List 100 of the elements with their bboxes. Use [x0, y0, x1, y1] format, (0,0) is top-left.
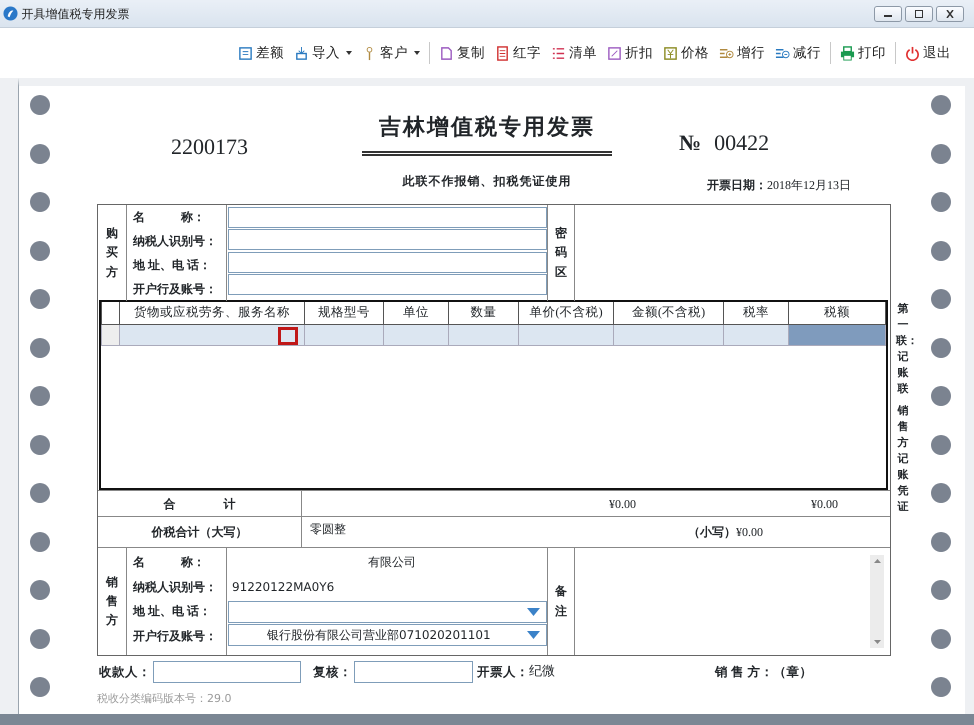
punch-hole	[931, 192, 951, 212]
punch-hole	[30, 628, 50, 648]
punch-hole	[30, 386, 50, 406]
punch-hole	[30, 580, 50, 600]
window-title: 开具增值税专用发票	[22, 6, 130, 22]
punch-hole	[30, 532, 50, 552]
toolbar-button[interactable]: 客户	[357, 40, 425, 66]
scrollbar[interactable]	[870, 555, 884, 648]
percent-icon	[607, 46, 622, 60]
toolbar-button[interactable]: 退出	[900, 40, 956, 66]
table-cell[interactable]	[448, 324, 518, 346]
copy-icon	[439, 46, 454, 60]
toolbar-button[interactable]: 减行	[770, 40, 826, 66]
maximize-button[interactable]	[905, 6, 933, 22]
column-header: 单位	[384, 302, 448, 324]
caret-icon	[414, 51, 420, 55]
printer-icon	[840, 46, 855, 60]
column-header: 单价(不含税)	[518, 302, 614, 324]
invoice-date: 2018年12月13日	[767, 177, 851, 194]
input-field[interactable]	[228, 229, 547, 250]
toolbar-button[interactable]: 差额	[233, 40, 289, 66]
input-field[interactable]	[153, 661, 301, 683]
input-field[interactable]	[228, 252, 547, 272]
table-cell[interactable]	[788, 324, 886, 346]
table-cell[interactable]	[518, 324, 614, 346]
toolbar-button[interactable]: 折扣	[602, 40, 658, 66]
lower-label: （小写）	[688, 524, 736, 541]
combo-field[interactable]: 银行股份有限公司营业部071020201101	[228, 624, 547, 646]
toolbar-button[interactable]: 复制	[434, 40, 490, 66]
punch-hole	[931, 628, 951, 648]
invoice-number: 00422	[714, 129, 770, 157]
table-cell[interactable]	[120, 324, 304, 346]
cell-button[interactable]	[278, 326, 298, 345]
amount-total: ¥0.00	[609, 496, 636, 510]
version-text: 税收分类编码版本号：29.0	[97, 691, 232, 707]
grand-total-label: 价税合计（大写）	[152, 524, 248, 541]
maximize-icon	[914, 10, 924, 18]
punch-hole	[30, 144, 50, 164]
scroll-up-icon[interactable]	[874, 559, 880, 563]
toolbar-separator	[429, 42, 430, 64]
toolbar-button[interactable]: 导入	[289, 40, 357, 66]
combo-field[interactable]	[228, 600, 547, 622]
table-cell[interactable]	[384, 324, 448, 346]
field-label: 开户行及账号：	[133, 281, 217, 298]
table-cell[interactable]	[614, 324, 724, 346]
punch-hole	[30, 289, 50, 309]
field-label: 纳税人识别号：	[133, 233, 217, 250]
notice-text: 此联不作报销、扣税凭证使用	[402, 173, 572, 190]
punch-hole	[30, 192, 50, 212]
close-icon	[945, 10, 956, 18]
toolbar-button[interactable]: 打印	[835, 40, 891, 66]
tax-total: ¥0.00	[811, 496, 838, 510]
toolbar-button[interactable]: 增行	[714, 40, 770, 66]
table-cell[interactable]	[304, 324, 384, 346]
caret-icon	[346, 51, 352, 55]
seal-label: 销 售 方：（章）	[715, 664, 812, 681]
punch-hole	[30, 434, 50, 454]
table-cell[interactable]	[724, 324, 788, 346]
punch-hole	[931, 289, 951, 309]
column-header: 税额	[788, 302, 886, 324]
punch-hole	[931, 144, 951, 164]
number-mark: №	[679, 129, 702, 157]
punch-hole	[931, 386, 951, 406]
toolbar-button[interactable]: 红字	[490, 40, 546, 66]
toolbar-separator	[895, 42, 896, 64]
input-field[interactable]	[228, 274, 547, 295]
punch-hole	[931, 240, 951, 260]
toolbar-button[interactable]: 清单	[546, 40, 602, 66]
invoice-code: 2200173	[170, 133, 249, 161]
amount-in-words: 零圆整	[310, 521, 346, 538]
field-label: 复核：	[313, 664, 352, 681]
copy-label: 销售方记账凭证	[896, 404, 910, 515]
punch-hole	[931, 95, 951, 115]
field-label: 纳税人识别号：	[133, 578, 217, 596]
toolbar-button[interactable]: 价格	[658, 40, 714, 66]
column-header: 数量	[448, 302, 518, 324]
side-label: 密码区	[555, 225, 567, 281]
input-field[interactable]	[228, 206, 547, 228]
amount-in-figures: ¥0.00	[736, 524, 763, 541]
minimize-button[interactable]	[874, 6, 902, 22]
punch-hole	[931, 483, 951, 503]
field-label: 名 称：	[133, 209, 205, 226]
column-header: 规格型号	[304, 302, 384, 324]
date-label: 开票日期：	[707, 177, 767, 194]
toolbar-separator	[830, 42, 831, 64]
field-value: 有限公司	[368, 554, 416, 572]
close-button[interactable]	[936, 6, 964, 22]
column-header: 税率	[724, 302, 788, 324]
list-icon	[551, 46, 566, 60]
punch-hole	[30, 483, 50, 503]
scroll-down-icon[interactable]	[874, 640, 880, 644]
field-label: 名 称：	[133, 554, 205, 572]
punch-hole	[30, 338, 50, 358]
side-label: 销售方	[106, 574, 118, 630]
punch-hole	[30, 240, 50, 260]
field-value: 91220122MA0Y6	[232, 578, 334, 596]
yen-icon	[663, 46, 678, 60]
total-label: 合 计	[164, 496, 236, 512]
input-field[interactable]	[354, 661, 473, 683]
drawer-name: 纪微	[529, 663, 555, 682]
